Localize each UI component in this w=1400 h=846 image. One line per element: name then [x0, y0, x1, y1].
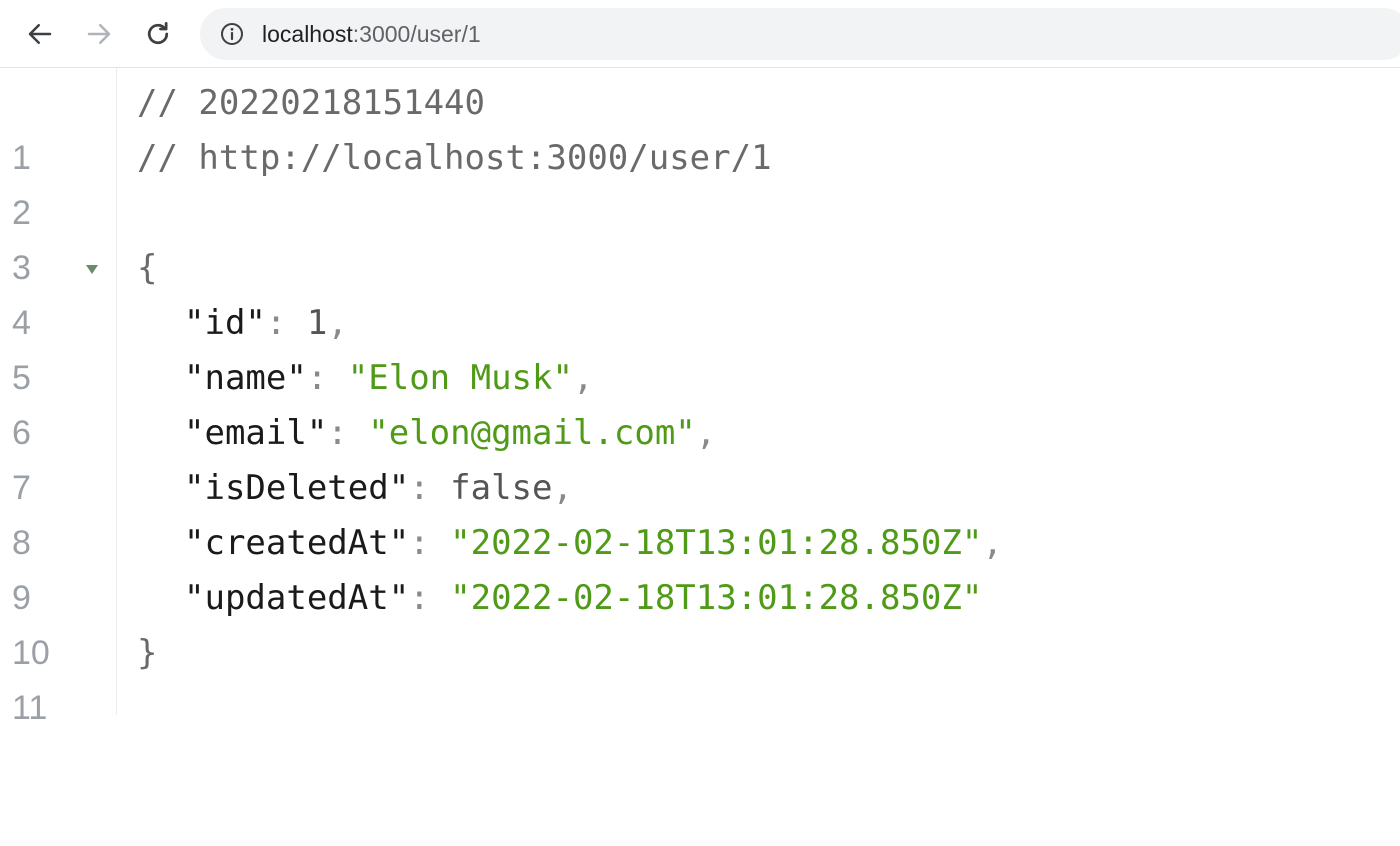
fold-toggle[interactable]: [83, 241, 101, 296]
json-value: "elon@gmail.com": [368, 413, 696, 453]
json-colon: :: [265, 303, 307, 343]
json-key: "email": [184, 413, 328, 453]
json-colon: :: [327, 413, 369, 453]
json-field-row: 8 "isDeleted": false,: [0, 461, 1400, 562]
open-brace: {: [137, 248, 158, 288]
address-bar[interactable]: localhost:3000/user/1: [200, 8, 1400, 60]
json-field-row: 5 "id": 1,: [0, 296, 1400, 397]
code-line: 4 {: [0, 241, 1400, 342]
json-comma: ,: [572, 358, 594, 398]
json-comma: ,: [552, 468, 573, 508]
reload-button[interactable]: [138, 14, 178, 54]
json-value: "Elon Musk": [347, 358, 573, 398]
json-colon: :: [409, 523, 451, 563]
json-comma: ,: [327, 303, 348, 343]
reload-icon: [147, 22, 169, 45]
json-viewer: 1 // 20220218151440 2 // http://localhos…: [0, 68, 1400, 727]
comment-timestamp: // 20220218151440: [137, 83, 485, 123]
json-key: "updatedAt": [184, 578, 410, 618]
json-colon: :: [409, 468, 451, 508]
json-value: "2022-02-18T13:01:28.850Z": [450, 578, 983, 618]
url-text[interactable]: localhost:3000/user/1: [262, 20, 481, 48]
json-key: "id": [184, 303, 266, 343]
triangle-down-icon: [86, 264, 98, 274]
close-brace: }: [137, 633, 158, 673]
json-field-row: 10 "updatedAt": "2022-02-18T13:01:28.850…: [0, 571, 1400, 672]
json-key: "name": [184, 358, 307, 398]
code-line: 1 // 20220218151440: [0, 76, 1400, 177]
json-comma: ,: [695, 413, 717, 453]
json-field-row: 9 "createdAt": "2022-02-18T13:01:28.850Z…: [0, 516, 1400, 617]
json-colon: :: [409, 578, 451, 618]
json-value: false: [450, 468, 553, 508]
info-circle-icon[interactable]: [220, 22, 244, 46]
url-host: localhost: [262, 21, 353, 47]
browser-toolbar: localhost:3000/user/1: [0, 0, 1400, 68]
json-field-row: 6 "name": "Elon Musk",: [0, 351, 1400, 452]
arrow-right-icon: [87, 24, 111, 44]
code-line: 3: [0, 186, 1400, 287]
json-field-row: 7 "email": "elon@gmail.com",: [0, 406, 1400, 507]
code-line: 11 }: [0, 626, 1400, 727]
url-path: :3000/user/1: [352, 21, 481, 47]
forward-button[interactable]: [79, 14, 119, 54]
json-value: "2022-02-18T13:01:28.850Z": [450, 523, 983, 563]
json-key: "createdAt": [184, 523, 410, 563]
code-line: 2 // http://localhost:3000/user/1: [0, 131, 1400, 232]
json-colon: :: [306, 358, 348, 398]
back-button[interactable]: [20, 14, 60, 54]
json-key: "isDeleted": [184, 468, 410, 508]
json-comma: ,: [982, 523, 1003, 563]
comment-url: // http://localhost:3000/user/1: [137, 138, 772, 178]
json-value: 1: [306, 303, 328, 343]
line-number: 11: [12, 689, 48, 727]
arrow-left-icon: [28, 24, 52, 44]
